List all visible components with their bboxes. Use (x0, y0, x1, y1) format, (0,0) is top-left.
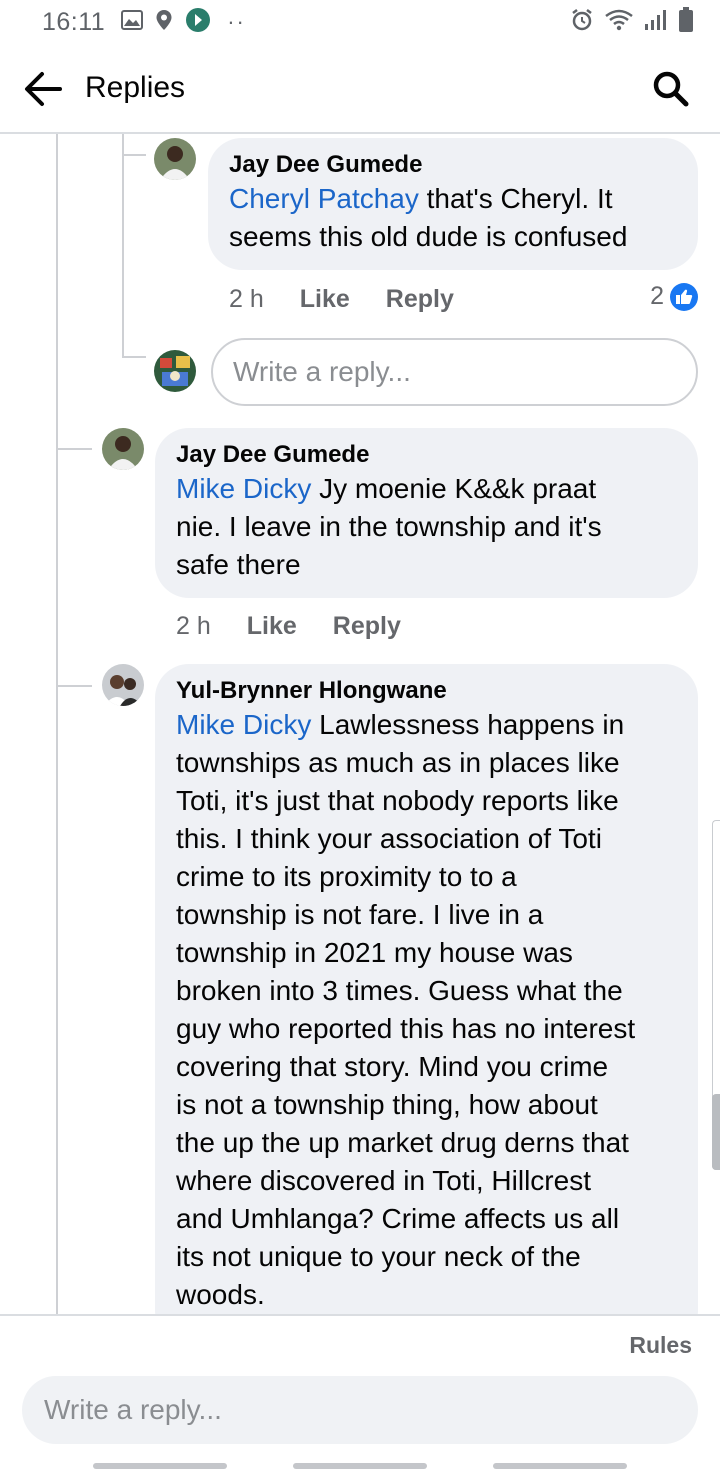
comment-text-line: that's Cheryl. It (418, 183, 613, 214)
comment-text: Cheryl Patchay that's Cheryl. It seems t… (229, 180, 676, 256)
scrollbar-thumb[interactable] (712, 1094, 720, 1170)
more-notifications-icon: ·· (227, 9, 246, 34)
comment-bubble[interactable]: Jay Dee Gumede Cheryl Patchay that's Che… (208, 138, 698, 270)
reply-input[interactable]: Write a reply... (22, 1376, 698, 1444)
reply-button[interactable]: Reply (386, 285, 454, 314)
mention-link[interactable]: Mike Dicky (176, 709, 311, 740)
replies-thread: Jay Dee Gumede Cheryl Patchay that's Che… (0, 134, 720, 1314)
page-title: Replies (85, 71, 186, 104)
comment-time: 2 h (229, 284, 264, 313)
current-user-avatar (154, 350, 196, 392)
back-arrow-icon[interactable] (22, 70, 64, 108)
system-nav-bar (0, 1452, 720, 1480)
search-icon[interactable] (652, 70, 690, 108)
thread-connector (56, 685, 92, 687)
inline-reply-input[interactable]: Write a reply... (211, 338, 698, 406)
location-icon (155, 9, 173, 36)
battery-icon (678, 6, 694, 38)
avatar[interactable] (154, 138, 196, 180)
status-time: 16:11 (42, 7, 106, 36)
thread-connector (56, 448, 92, 450)
nav-back[interactable] (493, 1463, 627, 1469)
comment-actions: 2 h Like Reply (176, 611, 437, 641)
comment-author[interactable]: Jay Dee Gumede (229, 150, 676, 180)
comment-time: 2 h (176, 611, 211, 640)
thread-connector (122, 154, 146, 156)
comment-text-line: seems this old dude is confused (229, 221, 628, 252)
nav-recents[interactable] (93, 1463, 227, 1469)
comment-text: Mike Dicky Lawlessness happens in townshi… (176, 706, 676, 1314)
thread-line-nested (122, 134, 124, 358)
thread-connector (122, 356, 146, 358)
comment-author[interactable]: Jay Dee Gumede (176, 440, 676, 470)
comment-bubble[interactable]: Jay Dee Gumede Mike Dicky Jy moenie K&&k… (155, 428, 698, 598)
comment-text-lines: Lawlessness happens in townships as much … (176, 709, 636, 1310)
like-icon (670, 282, 698, 311)
like-button[interactable]: Like (247, 612, 297, 641)
rules-link[interactable]: Rules (629, 1332, 692, 1359)
gallery-icon (121, 9, 144, 35)
reply-footer: Rules Write a reply... (0, 1314, 720, 1480)
like-button[interactable]: Like (300, 285, 350, 314)
reaction-count: 2 (650, 282, 664, 310)
nav-home[interactable] (293, 1463, 427, 1469)
reaction-summary[interactable]: 2 (650, 282, 698, 311)
signal-icon (644, 9, 668, 36)
comment-text: Mike Dicky Jy moenie K&&k praat nie. I le… (176, 470, 676, 584)
alarm-icon (570, 8, 594, 37)
reply-button[interactable]: Reply (333, 612, 401, 641)
comment-actions: 2 h Like Reply (229, 284, 490, 314)
app-header: Replies (0, 44, 720, 134)
mention-link[interactable]: Mike Dicky (176, 473, 311, 504)
comment-bubble[interactable]: Yul-Brynner Hlongwane Mike Dicky Lawless… (155, 664, 698, 1314)
app-icon (185, 7, 211, 38)
thread-line-outer (56, 134, 58, 1314)
status-bar: 16:11 ·· (0, 0, 720, 44)
avatar[interactable] (102, 664, 144, 706)
wifi-icon (604, 8, 634, 37)
comment-author[interactable]: Yul-Brynner Hlongwane (176, 676, 676, 706)
avatar[interactable] (102, 428, 144, 470)
mention-link[interactable]: Cheryl Patchay (229, 183, 419, 214)
